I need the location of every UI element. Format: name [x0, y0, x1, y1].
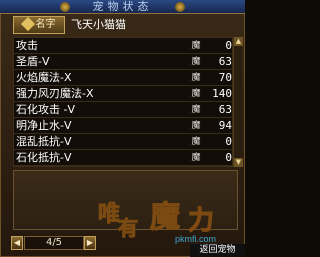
watermark-char: 唯 — [97, 201, 121, 228]
scroll-up-icon[interactable]: ▲ — [234, 37, 243, 46]
skill-name: 石化攻击 -V — [16, 103, 75, 116]
skill-name: 强力风刃魔法-X — [16, 87, 94, 100]
watermark-char: 力 — [187, 206, 215, 237]
skill-row[interactable]: 石化抵抗-V 魔 0 — [14, 150, 234, 166]
pet-name: 飞天小猫猫 — [71, 18, 126, 31]
name-tag-label: 名字 — [35, 19, 56, 30]
skill-name: 混乱抵抗-V — [16, 135, 72, 148]
scrollbar[interactable]: ▲ ▼ — [233, 37, 243, 167]
back-to-pet-button[interactable]: 返回宠物 — [190, 244, 245, 257]
title-bar: 宠物状态 — [0, 0, 245, 14]
mp-cost: 0 — [225, 39, 232, 52]
mp-label: 魔 — [191, 89, 201, 99]
skill-row[interactable]: 石化攻击 -V 魔 63 — [14, 102, 234, 118]
skill-name: 攻击 — [16, 39, 38, 52]
mp-label: 魔 — [191, 153, 201, 163]
mp-cost: 63 — [218, 103, 232, 116]
skill-row[interactable]: 圣盾-V 魔 63 — [14, 54, 234, 70]
mp-label: 魔 — [191, 73, 201, 83]
skill-list: 攻击 魔 0 圣盾-V 魔 63 火焰魔法-X 魔 70 强力风刃魔法-X 魔 … — [13, 37, 234, 167]
skill-row[interactable]: 攻击 魔 0 — [14, 38, 234, 54]
skill-name: 火焰魔法-X — [16, 71, 72, 84]
diamond-icon — [20, 16, 35, 32]
watermark-char: 魔 — [150, 200, 181, 236]
watermark-char: 有 — [118, 216, 139, 241]
scroll-down-icon[interactable]: ▼ — [234, 158, 243, 167]
mp-cost: 94 — [218, 119, 232, 132]
mp-cost: 63 — [218, 55, 232, 68]
skill-row[interactable]: 明净止水-V 魔 94 — [14, 118, 234, 134]
mp-cost: 0 — [225, 151, 232, 164]
name-tag: 名字 — [13, 16, 65, 34]
mp-cost: 140 — [212, 87, 232, 100]
window-title: 宠物状态 — [92, 0, 153, 13]
skill-name: 明净止水-V — [16, 119, 72, 132]
pet-name-row: 名字 飞天小猫猫 — [13, 16, 233, 34]
mp-label: 魔 — [191, 57, 201, 67]
skill-row[interactable]: 强力风刃魔法-X 魔 140 — [14, 86, 234, 102]
mp-cost: 70 — [218, 71, 232, 84]
skill-name: 圣盾-V — [16, 55, 50, 68]
mp-cost: 0 — [225, 135, 232, 148]
mp-label: 魔 — [191, 41, 201, 51]
page-indicator: 4/5 — [24, 236, 84, 250]
skill-row[interactable]: 火焰魔法-X 魔 70 — [14, 70, 234, 86]
prev-page-button[interactable]: ◀ — [11, 236, 23, 250]
next-page-button[interactable]: ▶ — [84, 236, 96, 250]
mp-label: 魔 — [191, 137, 201, 147]
skill-row[interactable]: 混乱抵抗-V 魔 0 — [14, 134, 234, 150]
watermark-url: pkmfi.com — [175, 234, 217, 244]
mp-label: 魔 — [191, 105, 201, 115]
mp-label: 魔 — [191, 121, 201, 131]
skill-name: 石化抵抗-V — [16, 151, 72, 164]
